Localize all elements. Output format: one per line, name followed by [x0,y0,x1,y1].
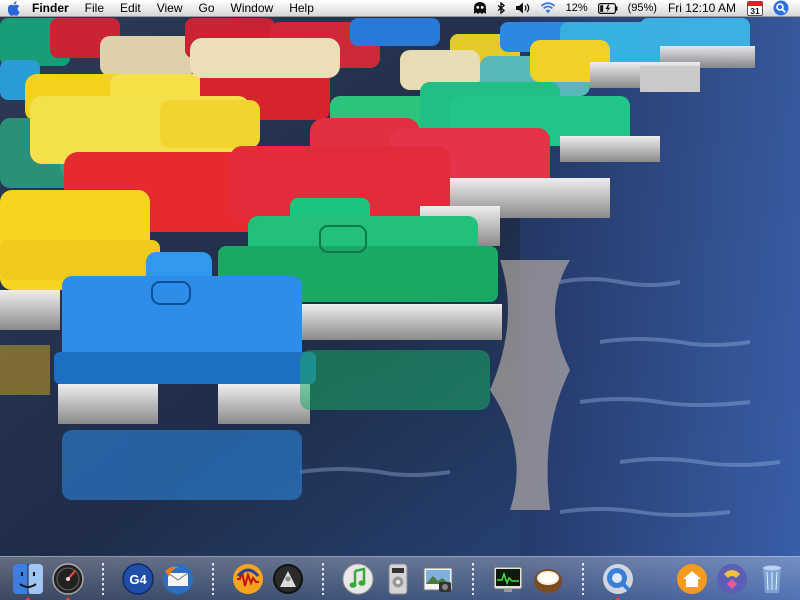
menu-go[interactable]: Go [191,0,223,17]
battery-icon[interactable] [593,0,623,17]
menu-help[interactable]: Help [281,0,322,17]
menu-bar-left: Finder File Edit View Go Window Help [0,0,322,16]
activity-monitor-icon[interactable] [490,561,526,597]
running-indicator [65,596,71,600]
menu-window[interactable]: Window [223,0,282,17]
battery-percent[interactable]: 12% [561,0,593,17]
apple-icon[interactable] [0,0,28,17]
battery-charge[interactable]: (95%) [623,0,662,17]
alien-icon[interactable] [468,0,492,17]
menu-file[interactable]: File [77,0,112,17]
bluetooth-icon[interactable] [492,0,511,17]
menu-edit[interactable]: Edit [112,0,149,17]
menu-app-finder[interactable]: Finder [28,0,77,17]
desktop-screen: Finder File Edit View Go Window Help 12% [0,0,800,600]
spotlight-icon[interactable] [768,0,794,17]
audacity-icon[interactable] [230,561,266,597]
dock-separator [102,562,104,595]
quicktime-icon[interactable] [600,561,636,600]
home-icon[interactable] [674,561,710,597]
running-indicator [615,596,621,600]
trash-icon[interactable] [754,561,790,597]
g4-label: G4 [129,572,147,587]
dock-separator [212,562,214,595]
menu-bar: Finder File Edit View Go Window Help 12% [0,0,800,17]
calendar-day: 31 [750,6,760,16]
g4-icon[interactable]: G4 [120,561,156,597]
running-indicator [25,596,31,600]
thunderbird-icon[interactable] [160,561,196,597]
bittorrent-icon[interactable] [714,561,750,597]
dashboard-icon[interactable] [50,561,86,600]
menu-view[interactable]: View [149,0,191,17]
volume-icon[interactable] [511,0,535,17]
desktop-wallpaper [0,0,800,600]
dock-separator [472,562,474,595]
menu-clock[interactable]: Fri 12:10 AM [662,0,742,17]
menu-bar-extras: 12% (95%) Fri 12:10 AM 31 [468,0,800,16]
finder-icon[interactable] [10,561,46,600]
iphoto-icon[interactable] [420,561,456,597]
calendar-icon[interactable]: 31 [742,0,768,17]
dock-separator [322,562,324,595]
dock: G4 [0,556,800,600]
dock-separator [582,562,584,595]
coconut-battery-icon[interactable] [530,561,566,597]
wifi-icon[interactable] [535,0,561,17]
itunes-icon[interactable] [340,561,376,597]
vlc-icon[interactable] [270,561,306,597]
dvd-player-icon[interactable] [380,561,416,597]
